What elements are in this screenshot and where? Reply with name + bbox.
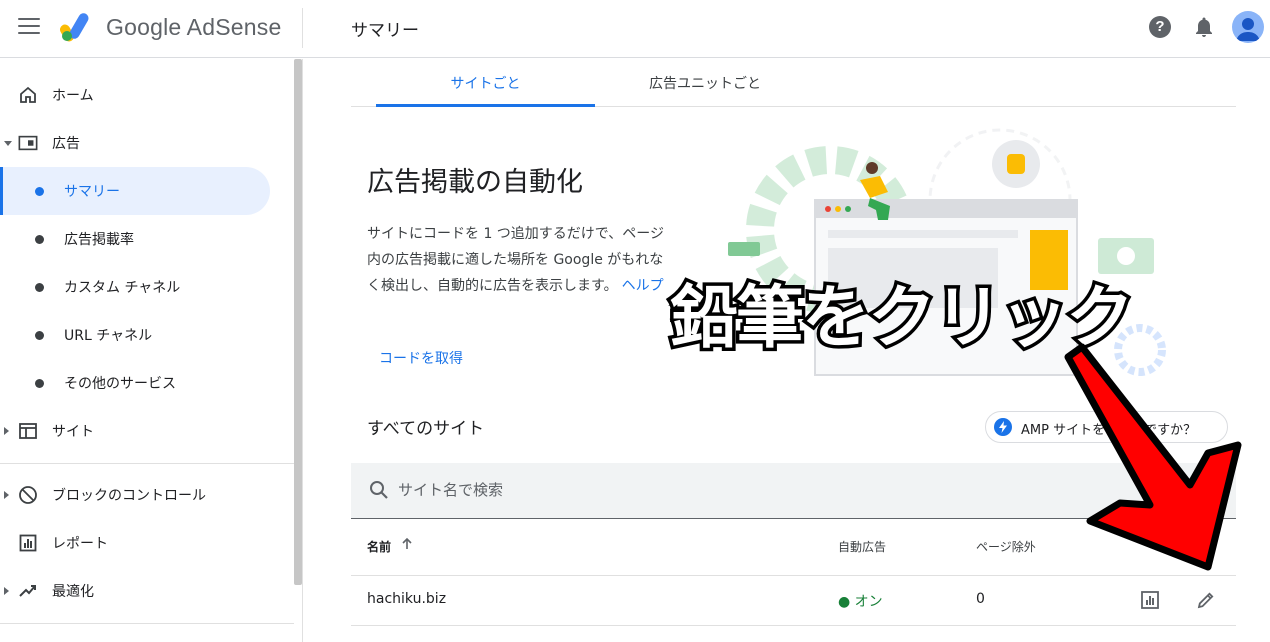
sidebar-item-label: 広告 (52, 136, 80, 152)
table-row-divider (351, 625, 1236, 626)
header-divider (302, 8, 303, 48)
caret-right-icon[interactable] (4, 427, 9, 435)
adsense-logo-icon (60, 13, 89, 42)
table-cell-page-exclusions: 0 (976, 591, 985, 607)
column-header-name[interactable]: 名前 (367, 538, 391, 555)
sidebar-scrollbar[interactable] (294, 59, 302, 585)
home-icon (18, 85, 38, 105)
top-app-bar: Google AdSense サマリー ? (0, 0, 1270, 58)
block-icon (18, 485, 38, 505)
sidebar-item-block-controls[interactable]: ブロックのコントロール (0, 471, 294, 519)
sidebar-item-label: URL チャネル (64, 328, 153, 344)
tab-by-site[interactable]: サイトごと (376, 59, 595, 107)
hamburger-menu-icon[interactable] (18, 18, 40, 36)
sidebar-item-sites[interactable]: サイト (0, 407, 294, 455)
sidebar-item-label: その他のサービス (64, 376, 176, 392)
sidebar-item-label: サイト (52, 424, 94, 440)
user-silhouette-icon (1236, 18, 1260, 41)
help-link[interactable]: ヘルプ (622, 278, 664, 294)
edit-pencil-icon[interactable] (1196, 590, 1216, 610)
caret-down-icon[interactable] (4, 140, 12, 146)
column-header-auto-ads: 自動広告 (838, 540, 887, 554)
brand-name: Google AdSense (106, 14, 282, 40)
page-title: サマリー (351, 21, 419, 41)
sidebar-item-label: ブロックのコントロール (52, 488, 206, 504)
site-search-input[interactable] (398, 478, 998, 502)
sidebar-item-label: 広告掲載率 (64, 232, 134, 248)
bullet-dot (35, 234, 44, 244)
bullet-dot (35, 330, 44, 340)
description-text: サイトにコードを 1 つ追加するだけで、ページ内の広告掲載に適した場所を Goo… (367, 226, 664, 294)
caret-right-icon[interactable] (4, 587, 9, 595)
table-cell-auto-ads-status: ● オン (838, 594, 883, 610)
sidebar-divider (0, 463, 294, 464)
bullet-dot (35, 186, 44, 196)
sidebar-item-coverage[interactable]: 広告掲載率 (0, 215, 294, 263)
trending-up-icon (18, 581, 38, 601)
sidebar-item-label: レポート (52, 536, 108, 552)
bullet-dot (35, 378, 44, 388)
auto-ads-heading: 広告掲載の自動化 (367, 167, 583, 198)
sidebar-item-custom-channels[interactable]: カスタム チャネル (0, 263, 294, 311)
sidebar-item-label: ホーム (52, 88, 94, 104)
sidebar-item-label: 最適化 (52, 584, 94, 600)
sidebar-item-url-channels[interactable]: URL チャネル (0, 311, 294, 359)
tab-by-ad-unit[interactable]: 広告ユニットごと (595, 59, 815, 107)
sort-ascending-icon[interactable] (400, 537, 414, 551)
auto-ads-description: サイトにコードを 1 つ追加するだけで、ページ内の広告掲載に適した場所を Goo… (367, 221, 667, 299)
sidebar-item-ads[interactable]: 広告 (0, 119, 294, 167)
site-report-icon[interactable] (1140, 590, 1160, 610)
sidebar-item-label: サマリー (64, 184, 120, 200)
bullet-dot (35, 282, 44, 292)
help-icon[interactable]: ? (1149, 16, 1171, 38)
account-avatar[interactable] (1232, 11, 1264, 43)
sidebar-item-optimization[interactable]: 最適化 (0, 567, 294, 615)
active-tab-indicator (376, 104, 595, 107)
table-cell-site-name: hachiku.biz (367, 591, 447, 607)
column-header-page-exclusions: ページ除外 (976, 540, 1036, 554)
ads-icon (18, 133, 38, 153)
search-icon (370, 481, 388, 499)
sidebar-item-summary[interactable]: サマリー (0, 167, 294, 215)
annotation-arrow-icon (1064, 343, 1242, 571)
lightning-icon (994, 418, 1012, 436)
sidebar-border (302, 59, 303, 642)
get-code-button[interactable]: コードを取得 (379, 348, 463, 368)
sites-icon (18, 421, 38, 441)
sidebar-item-reports[interactable]: レポート (0, 519, 294, 567)
reports-icon (18, 533, 38, 553)
sidebar-item-label: カスタム チャネル (64, 280, 181, 296)
caret-right-icon[interactable] (4, 491, 9, 499)
sidebar-item-other-services[interactable]: その他のサービス (0, 359, 294, 407)
sidebar-divider (0, 623, 294, 624)
sidebar-item-home[interactable]: ホーム (0, 71, 294, 119)
notifications-bell-icon[interactable] (1192, 15, 1216, 39)
all-sites-heading: すべてのサイト (367, 419, 485, 439)
